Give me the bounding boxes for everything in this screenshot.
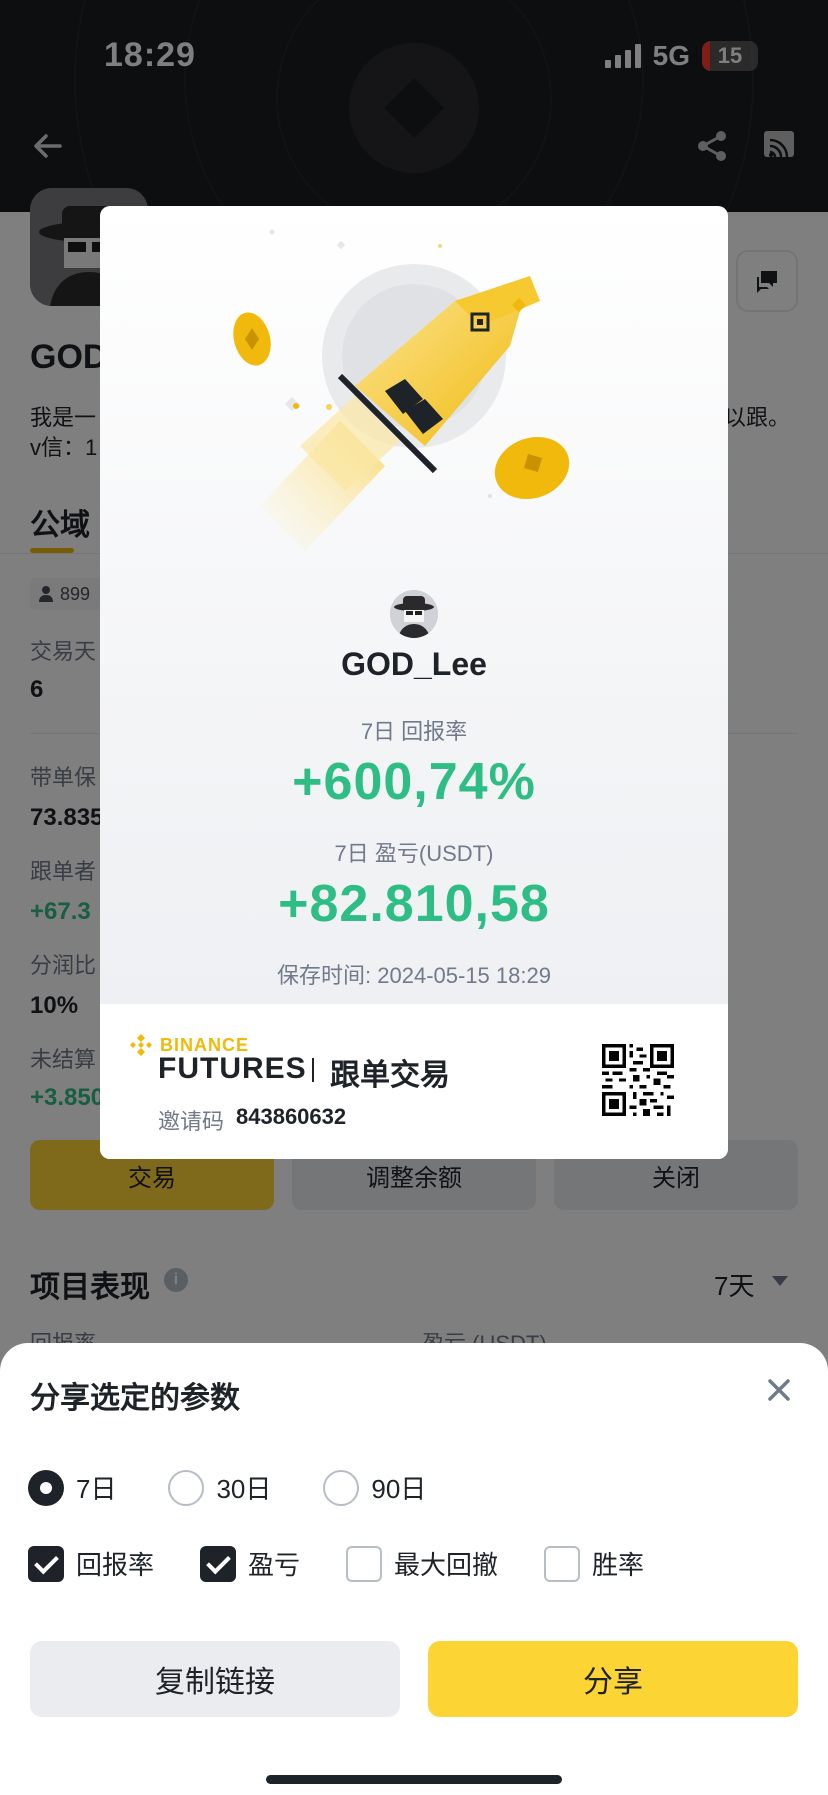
qr-code-icon [602, 1044, 674, 1116]
binance-logo-icon [130, 1034, 152, 1056]
checkbox-max-drawdown-box[interactable] [346, 1545, 383, 1582]
checkbox-max-drawdown[interactable]: 最大回撤 [346, 1545, 498, 1582]
checkbox-pnl-box[interactable] [200, 1545, 237, 1582]
referral-label: 邀请码 [158, 1109, 225, 1134]
checkbox-pnl[interactable]: 盈亏 [200, 1545, 300, 1582]
radio-90d-indicator[interactable] [323, 1469, 360, 1506]
share-options-sheet: 分享选定的参数 7日 30日 90日 回报率 盈亏 最大回撤 胜率 复制链接 分… [0, 1343, 828, 1795]
checkbox-win-rate-label: 胜率 [592, 1550, 645, 1580]
card-saved-time: 保存时间: 2024-05-15 18:29 [277, 963, 551, 988]
radio-30d-indicator[interactable] [168, 1469, 205, 1506]
checkbox-roi[interactable]: 回报率 [28, 1545, 154, 1582]
brand-divider [312, 1058, 314, 1082]
card-roi-label: 7日 回报率 [360, 719, 468, 744]
referral-code: 843860632 [236, 1104, 347, 1129]
radio-30d-label: 30日 [216, 1474, 272, 1504]
checkbox-roi-label: 回报率 [76, 1550, 155, 1580]
rocket-illustration [233, 229, 570, 551]
share-card: GOD_Lee 7日 回报率 +600,74% 7日 盈亏(USDT) +82.… [100, 206, 728, 1159]
card-pnl-value: +82.810,58 [278, 875, 550, 933]
card-username: GOD_Lee [341, 646, 487, 682]
copy-link-button[interactable]: 复制链接 [30, 1641, 400, 1717]
card-roi-value: +600,74% [292, 753, 536, 811]
card-avatar [390, 590, 438, 638]
checkbox-pnl-label: 盈亏 [248, 1550, 301, 1580]
checkbox-win-rate[interactable]: 胜率 [544, 1545, 644, 1582]
checkbox-win-rate-box[interactable] [544, 1545, 581, 1582]
period-radio-group: 7日 30日 90日 [28, 1469, 478, 1506]
checkbox-max-drawdown-label: 最大回撤 [394, 1550, 499, 1580]
home-indicator[interactable] [266, 1775, 562, 1784]
params-checkbox-group: 回报率 盈亏 最大回撤 胜率 [28, 1545, 644, 1582]
card-footer: BINANCE FUTURES 跟单交易 邀请码 843860632 [100, 1004, 728, 1159]
radio-30d[interactable]: 30日 [168, 1469, 271, 1506]
radio-90d-label: 90日 [371, 1474, 427, 1504]
radio-90d[interactable]: 90日 [323, 1469, 426, 1506]
brand-copy-trading-text: 跟单交易 [330, 1059, 450, 1092]
checkbox-roi-box[interactable] [28, 1545, 64, 1582]
close-icon[interactable] [762, 1373, 796, 1407]
card-pnl-label: 7日 盈亏(USDT) [334, 841, 494, 866]
brand-futures-text: FUTURES [158, 1052, 307, 1085]
radio-7d[interactable]: 7日 [28, 1469, 116, 1506]
share-button[interactable]: 分享 [428, 1641, 798, 1717]
radio-7d-indicator[interactable] [28, 1469, 64, 1506]
radio-7d-label: 7日 [76, 1474, 117, 1504]
sheet-title: 分享选定的参数 [30, 1382, 240, 1415]
